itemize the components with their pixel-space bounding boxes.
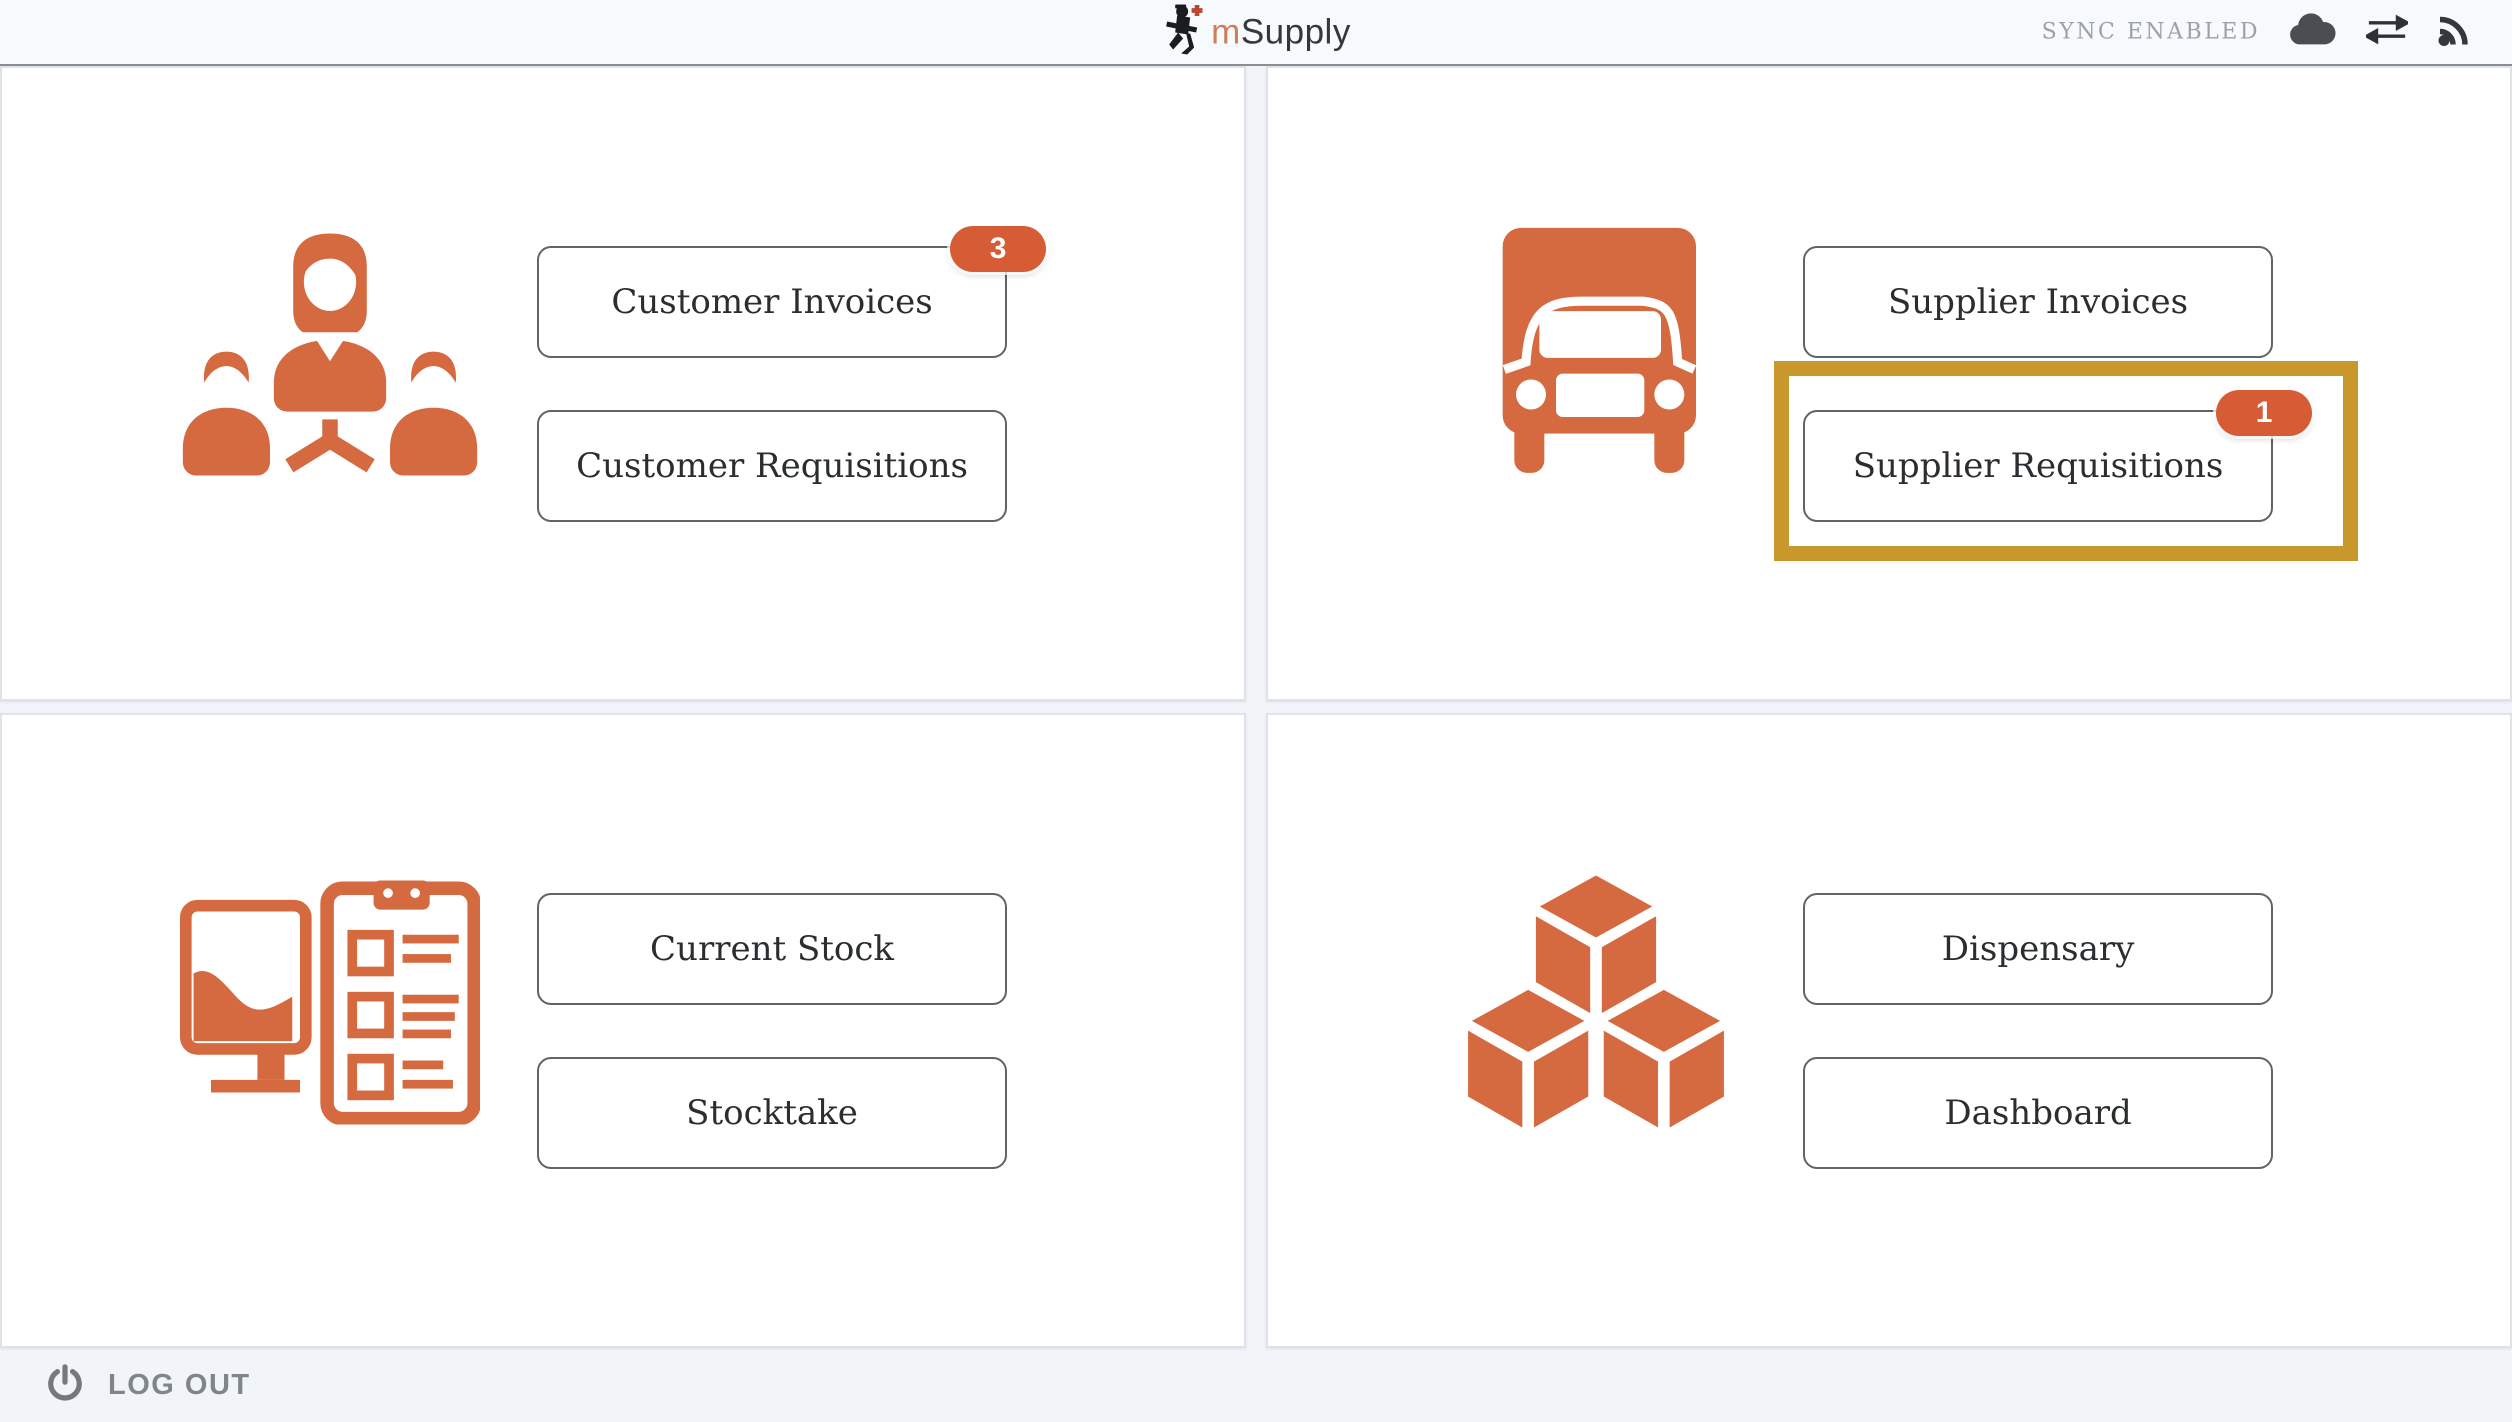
supplier-requisitions-button[interactable]: Supplier Requisitions 1: [1803, 410, 2273, 522]
msupply-logo: mSupply: [1161, 4, 1351, 61]
current-stock-button[interactable]: Current Stock: [537, 893, 1007, 1005]
supplier-requisitions-label: Supplier Requisitions: [1853, 446, 2224, 486]
dashboard-label: Dashboard: [1944, 1093, 2131, 1133]
panel-dispensary: Dispensary Dashboard: [1266, 713, 2512, 1348]
current-stock-label: Current Stock: [650, 929, 894, 969]
truck-icon: [1479, 204, 1713, 509]
sync-status-area: SYNC ENABLED: [2042, 11, 2474, 54]
stock-icon: [180, 878, 480, 1129]
header: mSupply SYNC ENABLED: [0, 0, 2512, 66]
running-man-icon: [1161, 4, 1203, 61]
suppliers-button-stack: Supplier Invoices Supplier Requisitions …: [1803, 246, 2273, 522]
app-title: mSupply: [1211, 12, 1351, 52]
customer-invoices-badge: 3: [950, 226, 1046, 272]
cubes-icon: [1460, 875, 1732, 1132]
stocktake-label: Stocktake: [686, 1093, 858, 1133]
dispensary-button[interactable]: Dispensary: [1803, 893, 2273, 1005]
rss-icon: [2436, 11, 2474, 54]
logout-button[interactable]: LOG OUT: [46, 1364, 251, 1407]
customer-requisitions-button[interactable]: Customer Requisitions: [537, 410, 1007, 522]
customer-requisitions-label: Customer Requisitions: [576, 446, 968, 486]
power-icon: [46, 1364, 84, 1407]
cloud-icon: [2288, 12, 2338, 53]
dispensary-button-stack: Dispensary Dashboard: [1803, 893, 2273, 1169]
customers-button-stack: Customer Invoices 3 Customer Requisition…: [537, 246, 1007, 522]
panel-customers: Customer Invoices 3 Customer Requisition…: [0, 66, 1246, 701]
stock-button-stack: Current Stock Stocktake: [537, 893, 1007, 1169]
stocktake-button[interactable]: Stocktake: [537, 1057, 1007, 1169]
logout-label: LOG OUT: [108, 1369, 251, 1402]
customer-invoices-button[interactable]: Customer Invoices 3: [537, 246, 1007, 358]
supplier-invoices-button[interactable]: Supplier Invoices: [1803, 246, 2273, 358]
sync-status-label: SYNC ENABLED: [2042, 20, 2260, 45]
main-grid: Customer Invoices 3 Customer Requisition…: [0, 66, 2512, 1348]
sync-arrows-icon: [2366, 14, 2408, 51]
supplier-requisitions-badge: 1: [2216, 390, 2312, 436]
panel-suppliers: Supplier Invoices Supplier Requisitions …: [1266, 66, 2512, 701]
customer-invoices-label: Customer Invoices: [611, 282, 932, 322]
dispensary-label: Dispensary: [1942, 929, 2135, 969]
dashboard-button[interactable]: Dashboard: [1803, 1057, 2273, 1169]
panel-stock: Current Stock Stocktake: [0, 713, 1246, 1348]
footer: LOG OUT: [0, 1348, 2512, 1422]
customers-icon: [175, 233, 485, 480]
supplier-invoices-label: Supplier Invoices: [1888, 282, 2188, 322]
